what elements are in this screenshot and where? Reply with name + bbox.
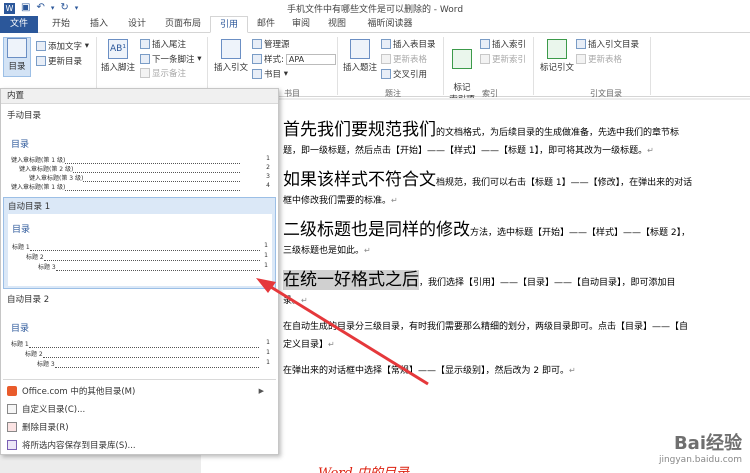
annotation-arrow: [256, 278, 429, 386]
arrow-shaft: [265, 282, 429, 386]
arrow-head: [256, 278, 276, 293]
